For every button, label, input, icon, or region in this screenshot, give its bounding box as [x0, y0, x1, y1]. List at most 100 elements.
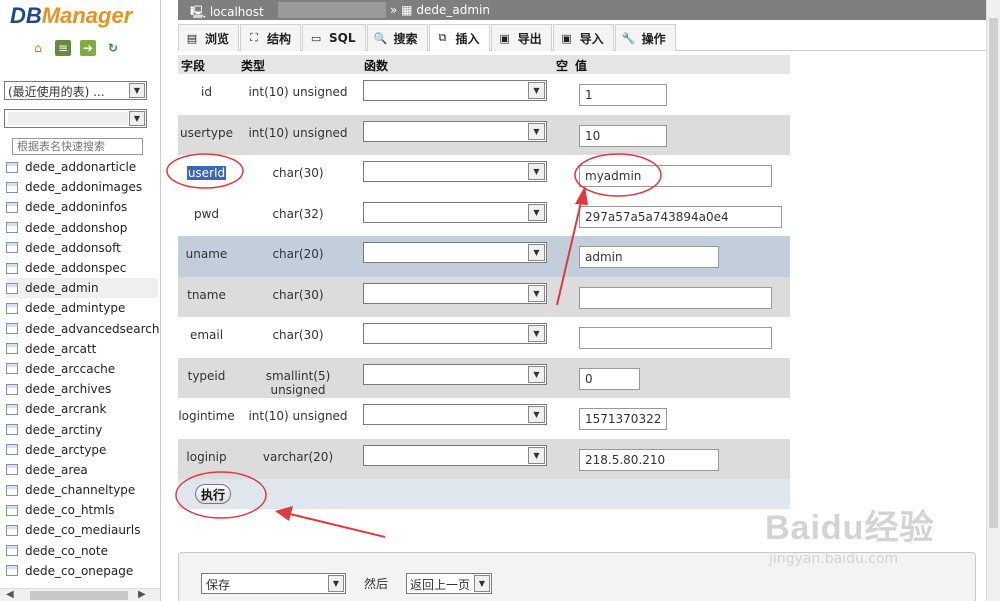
sidebar-item-dede_arcatt[interactable]: dede_arcatt: [6, 339, 158, 359]
wrench-icon: 🔧: [621, 31, 636, 45]
sidebar-item-dede_addonshop[interactable]: dede_addonshop: [6, 218, 158, 238]
scroll-right-icon[interactable]: ▶: [138, 589, 146, 600]
table-icon: [6, 343, 18, 355]
sidebar-item-dede_addoninfos[interactable]: dede_addoninfos: [6, 197, 158, 217]
sidebar-item-dede_arctype[interactable]: dede_arctype: [6, 440, 158, 460]
form-row-email: email char(30) ▼: [178, 317, 790, 358]
function-select[interactable]: ▼: [363, 282, 547, 304]
tab-export[interactable]: ▣ 导出: [490, 24, 552, 51]
value-input[interactable]: 218.5.80.210: [579, 448, 719, 471]
breadcrumb-table[interactable]: dede_admin: [416, 3, 490, 17]
breadcrumb-server[interactable]: localhost: [210, 5, 264, 19]
field-name: email: [189, 328, 224, 342]
database-icon[interactable]: ≡: [55, 40, 71, 56]
sidebar-item-dede_co_note[interactable]: dede_co_note: [6, 541, 158, 561]
value-input[interactable]: 10: [579, 124, 667, 147]
value-input[interactable]: [579, 327, 772, 349]
tab-search[interactable]: 🔍 搜索: [366, 24, 428, 51]
tab-structure[interactable]: ⛶ 结构: [240, 24, 302, 51]
chevron-down-icon: ▼: [528, 406, 545, 423]
sidebar-item-dede_admin[interactable]: dede_admin: [6, 278, 158, 299]
value-input[interactable]: 1: [579, 84, 667, 106]
sidebar-item-dede_admintype[interactable]: dede_admintype: [6, 298, 158, 318]
sidebar-item-dede_arcrank[interactable]: dede_arcrank: [6, 399, 158, 419]
form-row-userid: userId char(30) ▼ myadmin: [178, 155, 790, 196]
function-select[interactable]: ▼: [363, 242, 547, 263]
table-icon: [6, 363, 18, 375]
sidebar-item-dede_co_htmls[interactable]: dede_co_htmls: [6, 500, 158, 520]
database-select[interactable]: ▼: [4, 109, 147, 128]
table-icon: [6, 161, 18, 173]
import-icon: ▣: [561, 31, 572, 45]
field-type: varchar(20): [262, 449, 334, 464]
insert-form: 字段 类型 函数 空 值 id int(10) unsigned ▼ 1 usertyp…: [178, 55, 790, 509]
value-input[interactable]: admin: [579, 246, 719, 268]
sidebar-item-dede_advancedsearch[interactable]: dede_advancedsearch: [6, 319, 160, 339]
field-name: typeid: [187, 368, 226, 383]
value-input[interactable]: [579, 286, 772, 309]
table-icon: [6, 181, 18, 193]
field-type: int(10) unsigned: [248, 85, 348, 99]
form-row-tname: tname char(30) ▼: [178, 276, 790, 317]
table-icon: [6, 524, 18, 536]
execute-button[interactable]: 执行: [195, 484, 231, 504]
table-icon: [6, 424, 18, 436]
refresh-icon[interactable]: ↻: [105, 40, 121, 56]
sidebar-item-dede_addonarticle[interactable]: dede_addonarticle: [6, 157, 158, 177]
value-input[interactable]: 297a57a5a743894a0e4: [579, 205, 782, 228]
recent-tables-select[interactable]: (最近使用的表) ... ▼: [4, 81, 147, 100]
sidebar-item-label: dede_addonshop: [25, 220, 128, 235]
value-input[interactable]: myadmin: [579, 165, 772, 187]
scroll-left-icon[interactable]: ◀: [6, 589, 14, 600]
table-icon: [6, 444, 18, 456]
horizontal-scrollbar[interactable]: ◀ ▶: [0, 588, 160, 601]
sidebar-item-dede_channeltype[interactable]: dede_channeltype: [6, 480, 158, 500]
tab-operations[interactable]: 🔧 操作: [614, 24, 676, 51]
export-icon[interactable]: ➜: [80, 40, 96, 56]
form-row-id: id int(10) unsigned ▼ 1: [178, 74, 790, 115]
tab-sql[interactable]: ▭ SQL: [302, 24, 366, 51]
function-select[interactable]: ▼: [363, 120, 547, 142]
sidebar-item-dede_addonimages[interactable]: dede_addonimages: [6, 177, 158, 197]
function-select[interactable]: ▼: [363, 80, 547, 101]
form-row-uname: uname char(20) ▼ admin: [178, 236, 790, 277]
sidebar-item-dede_arctiny[interactable]: dede_arctiny: [6, 419, 158, 439]
sidebar-item-dede_area[interactable]: dede_area: [6, 460, 158, 480]
chevron-down-icon: ▼: [528, 203, 545, 221]
sidebar-item-dede_arccache[interactable]: dede_arccache: [6, 359, 158, 379]
function-select[interactable]: ▼: [363, 201, 547, 223]
field-name: pwd: [193, 206, 220, 221]
table-icon: [6, 403, 18, 415]
sidebar-item-dede_addonspec[interactable]: dede_addonspec: [6, 258, 158, 278]
sidebar-item-label: dede_arccache: [25, 361, 116, 376]
field-name: userId: [186, 166, 227, 180]
table-icon: [6, 242, 18, 254]
function-select[interactable]: ▼: [363, 404, 547, 425]
value-input[interactable]: 1571370322: [579, 408, 667, 430]
form-row-pwd: pwd char(32) ▼ 297a57a5a743894a0e4: [178, 195, 790, 236]
chevron-down-icon: ▼: [528, 163, 545, 180]
sidebar-item-dede_co_mediaurls[interactable]: dede_co_mediaurls: [6, 520, 158, 540]
return-action-select[interactable]: 返回上一页 ▼: [406, 573, 492, 594]
function-select[interactable]: ▼: [363, 161, 547, 182]
function-select[interactable]: ▼: [363, 444, 547, 466]
table-search-input[interactable]: [12, 138, 143, 155]
sidebar-item-dede_archives[interactable]: dede_archives: [6, 379, 158, 399]
header-function: 函数: [364, 59, 389, 73]
sidebar-item-dede_addonsoft[interactable]: dede_addonsoft: [6, 238, 158, 258]
tab-import[interactable]: ▣ 导入: [552, 24, 614, 51]
sidebar-item-label: dede_addonsoft: [25, 240, 121, 255]
field-type: int(10) unsigned: [248, 409, 348, 423]
sidebar-item-label: dede_addonimages: [25, 180, 143, 195]
tab-insert[interactable]: ⧉ 插入: [428, 24, 490, 51]
tab-browse[interactable]: ▤ 浏览: [178, 24, 240, 51]
sidebar-item-dede_co_onepage[interactable]: dede_co_onepage: [6, 561, 158, 581]
home-icon[interactable]: ⌂: [30, 40, 46, 56]
vertical-scrollbar[interactable]: [986, 0, 1000, 601]
function-select[interactable]: ▼: [363, 363, 547, 385]
save-action-select[interactable]: 保存 ▼: [201, 573, 346, 594]
table-icon: [6, 302, 18, 314]
value-input[interactable]: 0: [579, 367, 640, 390]
table-icon: [6, 201, 18, 213]
function-select[interactable]: ▼: [363, 323, 547, 344]
